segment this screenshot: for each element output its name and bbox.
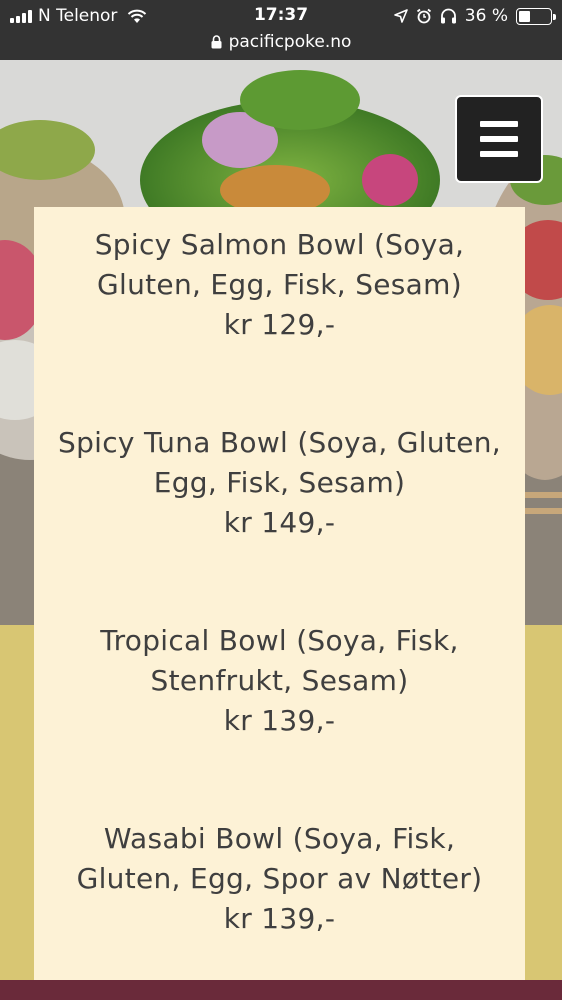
menu-item: Tropical Bowl (Soya, Fisk, Stenfrukt, Se…: [34, 621, 525, 741]
battery-percent: 36 %: [464, 6, 508, 26]
headphones-icon: [440, 8, 456, 24]
url-display[interactable]: pacificpoke.no: [211, 32, 352, 52]
menu-item-name: Spicy Salmon Bowl (Soya, Gluten, Egg, Fi…: [94, 228, 465, 301]
status-right: 36 %: [393, 5, 556, 27]
url-bar[interactable]: pacificpoke.no: [0, 32, 562, 60]
lock-icon: [211, 35, 222, 49]
url-text: pacificpoke.no: [228, 32, 352, 52]
location-arrow-icon: [393, 9, 408, 23]
footer-strip: [0, 980, 562, 1000]
battery-icon: [516, 7, 556, 25]
hamburger-menu-icon-bar: [480, 136, 518, 142]
menu-item: Wasabi Bowl (Soya, Fisk, Gluten, Egg, Sp…: [34, 819, 525, 939]
battery-fill: [519, 10, 530, 22]
menu-item-name: Tropical Bowl (Soya, Fisk, Stenfrukt, Se…: [100, 624, 459, 697]
menu-card: Spicy Salmon Bowl (Soya, Gluten, Egg, Fi…: [34, 207, 525, 980]
menu-item-name: Wasabi Bowl (Soya, Fisk, Gluten, Egg, Sp…: [76, 822, 483, 895]
alarm-clock-icon: [416, 8, 431, 24]
hamburger-menu-button[interactable]: [455, 95, 543, 183]
menu-item-price: kr 139,-: [223, 704, 336, 737]
status-bar: N Telenor 17:37 36 %: [0, 0, 562, 32]
menu-item-price: kr 149,-: [223, 506, 336, 539]
hamburger-menu-icon-bar: [480, 151, 518, 157]
menu-item-name: Spicy Tuna Bowl (Soya, Gluten, Egg, Fisk…: [58, 426, 501, 499]
menu-item-price: kr 139,-: [223, 902, 336, 935]
menu-item-price: kr 129,-: [223, 308, 336, 341]
hamburger-menu-icon: [480, 121, 518, 127]
menu-item: Spicy Tuna Bowl (Soya, Gluten, Egg, Fisk…: [34, 423, 525, 543]
menu-item: Spicy Salmon Bowl (Soya, Gluten, Egg, Fi…: [34, 225, 525, 345]
